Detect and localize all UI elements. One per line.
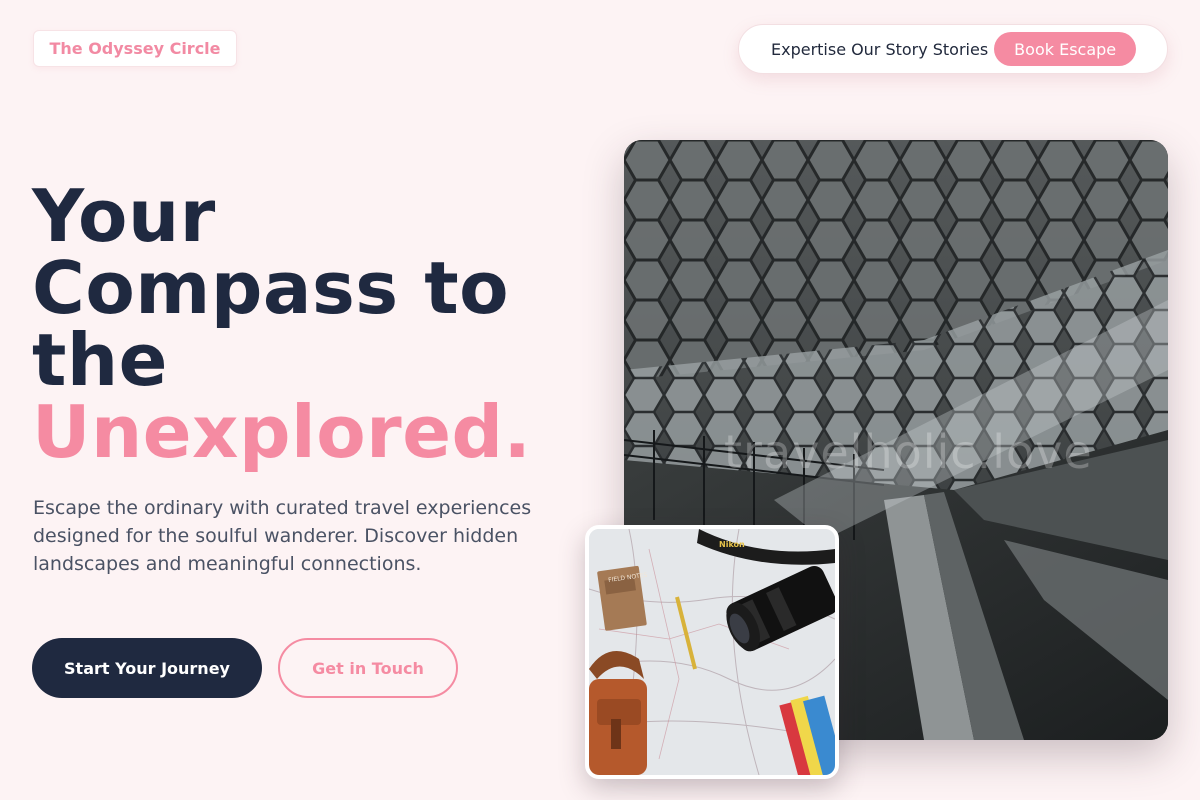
hero-lead: Escape the ordinary with curated travel … (33, 497, 532, 575)
start-journey-button[interactable]: Start Your Journey (32, 638, 262, 698)
headline-accent: Unexplored. (32, 390, 532, 474)
headline-line-3: the (32, 318, 169, 402)
flatlay-illustration: FIELD NOTES Nikon (589, 529, 835, 775)
hero-headline: Your Compass to the Unexplored. (32, 180, 531, 468)
headline-line-1: Your (32, 174, 216, 258)
hero-photo-flatlay: FIELD NOTES Nikon (585, 525, 839, 779)
brand-logo[interactable]: The Odyssey Circle (33, 30, 237, 67)
nav-link-stories[interactable]: Stories (933, 40, 988, 59)
headline-line-2: Compass to (32, 246, 510, 330)
get-in-touch-button[interactable]: Get in Touch (278, 638, 458, 698)
nav-links: Expertise Our Story Stories (771, 40, 988, 59)
nav-link-expertise[interactable]: Expertise (771, 40, 846, 59)
strap-label: Nikon (719, 540, 745, 549)
book-escape-button[interactable]: Book Escape (994, 32, 1137, 66)
photo-watermark: travelholic.love (724, 425, 1093, 479)
nav-link-our-story[interactable]: Our Story (851, 40, 928, 59)
landing-page: The Odyssey Circle Expertise Our Story S… (0, 0, 1200, 800)
top-nav: Expertise Our Story Stories Book Escape (738, 24, 1168, 74)
